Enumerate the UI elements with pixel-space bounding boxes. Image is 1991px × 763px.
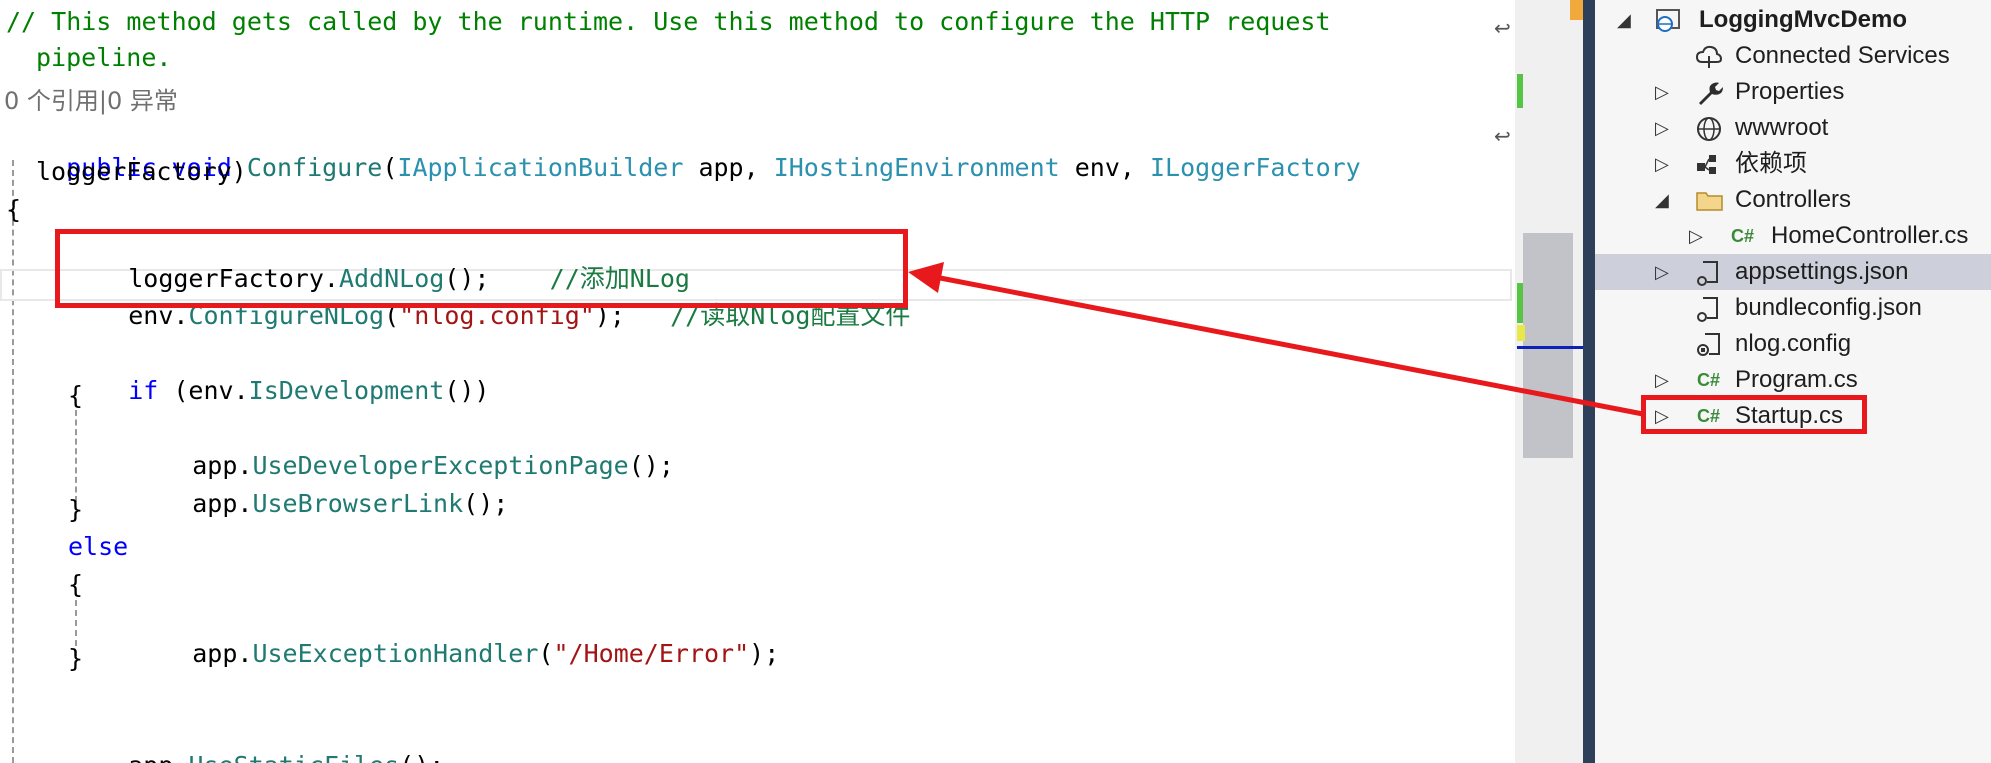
web-project-icon bbox=[1656, 9, 1680, 32]
type-ihostingenvironment: IHostingEnvironment bbox=[773, 153, 1060, 182]
code-line-brace-4: } bbox=[68, 644, 84, 673]
code-browser-object: app. bbox=[192, 489, 253, 518]
code-line-exceptionhandler: app.UseExceptionHandler("/Home/Error"); bbox=[132, 606, 779, 668]
tree-item-label: HomeController.cs bbox=[1771, 222, 1969, 249]
tree-item-connected-services[interactable]: Connected Services bbox=[1595, 38, 1991, 74]
expand-arrow-icon[interactable]: ▷ bbox=[1655, 254, 1669, 290]
tree-item-label: Connected Services bbox=[1735, 42, 1950, 69]
code-exhandler-string: "/Home/Error" bbox=[553, 639, 750, 668]
word-wrap-glyph-icon: ↩ bbox=[1494, 16, 1511, 40]
indent-guide-if bbox=[75, 410, 77, 502]
code-exhandler-paren: ( bbox=[538, 639, 554, 668]
code-isdevelopment: IsDevelopment bbox=[248, 376, 445, 405]
code-line-devpage: app.UseDeveloperExceptionPage(); bbox=[132, 418, 674, 480]
word-wrap-glyph-icon: ↩ bbox=[1494, 124, 1511, 148]
folder-icon bbox=[1696, 192, 1723, 211]
code-devpage-tail: (); bbox=[628, 451, 674, 480]
config-icon bbox=[1697, 333, 1720, 356]
tree-item-properties[interactable]: ▷ Properties bbox=[1595, 74, 1991, 110]
tree-item-wwwroot[interactable]: ▷ wwwroot bbox=[1595, 110, 1991, 146]
pane-splitter[interactable] bbox=[1583, 0, 1595, 763]
code-static-method: UseStaticFiles bbox=[188, 751, 399, 763]
code-exhandler-tail: ); bbox=[749, 639, 780, 668]
open-brace: { bbox=[6, 195, 22, 224]
tree-item-project[interactable]: ◢ LoggingMvcDemo bbox=[1595, 2, 1991, 38]
scrollbar-warning-marker bbox=[1517, 325, 1525, 341]
code-static-tail: (); bbox=[399, 751, 444, 763]
tree-item-label: appsettings.json bbox=[1735, 258, 1909, 285]
scrollbar-change-marker bbox=[1517, 74, 1523, 108]
tree-item-nlog-config[interactable]: nlog.config bbox=[1595, 326, 1991, 362]
tree-item-label: wwwroot bbox=[1735, 114, 1829, 141]
type-iloggerfactory: ILoggerFactory bbox=[1150, 153, 1361, 182]
code-static-object: app. bbox=[128, 751, 188, 763]
tree-item-label: Controllers bbox=[1735, 186, 1852, 213]
tree-item-program[interactable]: ▷ C# Program.cs bbox=[1595, 362, 1991, 398]
scrollbar-change-marker bbox=[1517, 283, 1523, 323]
json-icon bbox=[1697, 261, 1718, 286]
code-line-brace-1: { bbox=[68, 381, 84, 410]
type-iapplicationbuilder: IApplicationBuilder bbox=[397, 153, 684, 182]
signature-continuation: loggerFactory) bbox=[36, 157, 247, 186]
keyword-if: if bbox=[128, 376, 159, 405]
annotation-box-code bbox=[55, 229, 908, 308]
indent-guide-outer bbox=[12, 160, 14, 763]
code-line-browserlink: app.UseBrowserLink(); bbox=[132, 456, 508, 518]
csharp-icon: C# bbox=[1697, 370, 1721, 390]
collapse-arrow-icon[interactable]: ◢ bbox=[1655, 182, 1669, 218]
comment-line-2: pipeline. bbox=[36, 43, 172, 72]
expand-arrow-icon[interactable]: ▷ bbox=[1655, 74, 1669, 110]
code-line-brace-2: } bbox=[68, 495, 84, 524]
csharp-icon: C# bbox=[1731, 226, 1755, 246]
param-app: app, bbox=[683, 153, 774, 182]
json-icon bbox=[1697, 297, 1718, 322]
expand-arrow-icon[interactable]: ▷ bbox=[1655, 362, 1669, 398]
solution-explorer: ◢ LoggingMvcDemo Connected Services ▷ Pr… bbox=[1595, 0, 1991, 763]
comment-line-1: // This method gets called by the runtim… bbox=[6, 7, 1331, 36]
code-if-tail: ()) bbox=[444, 376, 490, 405]
expand-arrow-icon[interactable]: ▷ bbox=[1655, 110, 1669, 146]
code-line-brace-3: { bbox=[68, 570, 84, 599]
code-browser-method: UseBrowserLink bbox=[252, 489, 464, 518]
code-line-staticfiles: app.UseStaticFiles(); bbox=[68, 718, 444, 763]
cloud-icon bbox=[1695, 45, 1723, 68]
tree-item-label: LoggingMvcDemo bbox=[1699, 6, 1907, 33]
tree-item-label: Program.cs bbox=[1735, 366, 1858, 393]
expand-arrow-icon[interactable]: ▷ bbox=[1655, 146, 1669, 182]
code-if-open: (env. bbox=[158, 376, 249, 405]
tree-item-appsettings[interactable]: ▷ appsettings.json bbox=[1595, 254, 1991, 290]
code-exhandler-method: UseExceptionHandler bbox=[252, 639, 539, 668]
tree-item-controllers[interactable]: ◢ Controllers bbox=[1595, 182, 1991, 218]
tree-item-label: bundleconfig.json bbox=[1735, 294, 1922, 321]
tree-item-dependencies[interactable]: ▷ 依赖项 bbox=[1595, 146, 1991, 182]
tree-item-label: 依赖项 bbox=[1735, 150, 1807, 177]
tree-item-label: nlog.config bbox=[1735, 330, 1852, 357]
keyword-else: else bbox=[68, 532, 129, 561]
code-line-if: if (env.IsDevelopment()) bbox=[68, 343, 489, 405]
tree-item-label: Properties bbox=[1735, 78, 1845, 105]
code-browser-tail: (); bbox=[463, 489, 509, 518]
codelens-references[interactable]: 0 个引用|0 异常 bbox=[4, 85, 178, 117]
dependencies-icon bbox=[1697, 155, 1716, 174]
param-env: env, bbox=[1059, 153, 1150, 182]
scrollbar-marker-top bbox=[1570, 0, 1583, 20]
scrollbar-caret-marker bbox=[1517, 346, 1583, 349]
wrench-icon bbox=[1699, 82, 1723, 105]
collapse-arrow-icon[interactable]: ◢ bbox=[1617, 2, 1631, 38]
expand-arrow-icon[interactable]: ▷ bbox=[1689, 218, 1703, 254]
globe-icon bbox=[1697, 117, 1721, 141]
code-exhandler-object: app. bbox=[192, 639, 253, 668]
vertical-scrollbar[interactable] bbox=[1515, 0, 1583, 763]
method-signature: public void Configure(IApplicationBuilde… bbox=[66, 153, 1361, 182]
tree-item-homecontroller[interactable]: ▷ C# HomeController.cs bbox=[1595, 218, 1991, 254]
method-name-configure: Configure bbox=[246, 153, 383, 182]
tree-item-bundleconfig[interactable]: bundleconfig.json bbox=[1595, 290, 1991, 326]
code-editor[interactable]: // This method gets called by the runtim… bbox=[0, 0, 1515, 763]
annotation-box-startup bbox=[1641, 395, 1867, 434]
